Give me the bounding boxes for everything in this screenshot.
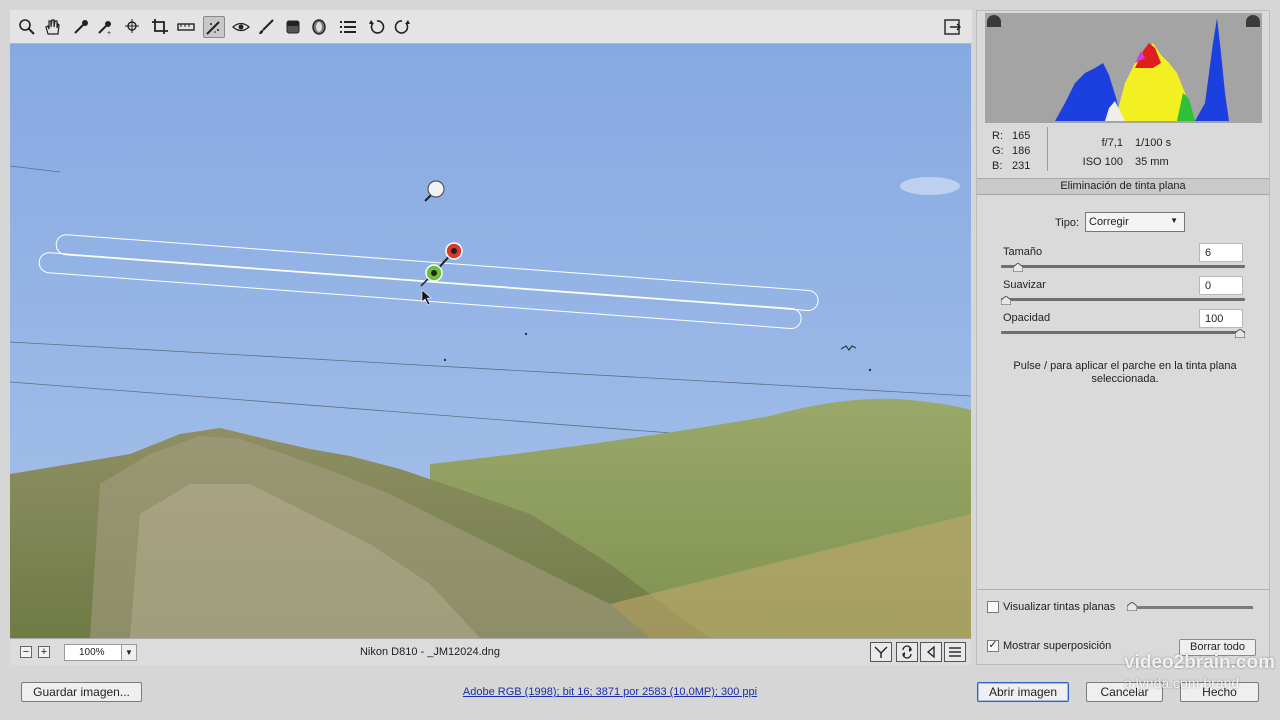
image-preview[interactable] [10,44,971,638]
radial-filter-icon[interactable] [308,16,330,38]
view-options-icon[interactable] [944,642,966,662]
type-select-value: Corregir [1089,216,1129,228]
tool-bar: + [10,10,972,44]
opacity-field[interactable]: 100 [1199,309,1243,328]
copy-settings-icon[interactable] [920,642,942,662]
open-image-button[interactable]: Abrir imagen [977,682,1069,702]
iso-value: ISO 100 [1082,156,1123,168]
visualize-threshold-thumb[interactable] [1127,602,1137,611]
watermark-tagline: a lynda.com brand [1124,675,1240,691]
g-value: 186 [1012,145,1031,157]
photo-landscape [10,44,971,638]
shadow-clipping-warning-icon[interactable] [987,15,1001,27]
preferences-icon[interactable] [337,16,359,38]
targeted-adjustment-tool-icon[interactable] [122,16,144,38]
rotate-right-icon[interactable] [391,16,413,38]
histogram [985,13,1262,123]
b-value: 231 [1012,160,1031,172]
camera-raw-window: + − + 100% ▼ Nikon D810 - _JM12024.dng R… [0,0,1280,720]
color-sampler-tool-icon[interactable]: + [94,16,116,38]
adjustments-panel: R: 165 G: 186 B: 231 f/7,1 1/100 s ISO 100 35… [976,10,1270,665]
visualize-spots-checkbox[interactable] [987,601,999,613]
toggle-before-after-icon[interactable] [870,642,892,662]
hand-tool-icon[interactable] [41,16,63,38]
crop-tool-icon[interactable] [149,16,171,38]
zoom-tool-icon[interactable] [16,16,38,38]
r-label: R: [992,130,1003,142]
type-label: Tipo: [1055,217,1080,229]
straighten-tool-icon[interactable] [175,16,197,38]
rotate-left-icon[interactable] [366,16,388,38]
adjustment-brush-icon[interactable] [255,16,277,38]
feather-slider-thumb[interactable] [1001,296,1011,305]
exif-info: f/7,1 1/100 s ISO 100 35 mm [1073,134,1171,172]
workflow-options-link[interactable]: Adobe RGB (1998); bit 16; 3871 por 2583 … [360,686,860,698]
show-overlay-checkbox[interactable]: ✓ [987,640,999,652]
fullscreen-toggle-icon[interactable] [942,16,964,38]
histogram-graph [1055,18,1229,121]
spot-removal-tool-icon[interactable] [203,16,225,38]
opacity-slider-track[interactable] [1001,331,1245,334]
size-slider-thumb[interactable] [1012,263,1023,272]
size-slider-track[interactable] [1001,265,1245,268]
graduated-filter-icon[interactable] [282,16,304,38]
preview-status-bar: − + 100% ▼ Nikon D810 - _JM12024.dng [10,638,971,665]
type-select[interactable]: Corregir ▼ [1085,212,1185,232]
highlight-clipping-warning-icon[interactable] [1246,15,1260,27]
save-image-button[interactable]: Guardar imagen... [21,682,142,702]
white-balance-tool-icon[interactable] [70,16,92,38]
feather-slider-track[interactable] [1001,298,1245,301]
shutter-value: 1/100 s [1135,137,1172,149]
file-name-label: Nikon D810 - _JM12024.dng [359,646,501,658]
show-overlay-label: Mostrar superposición [1003,640,1112,652]
opacity-label: Opacidad [1003,312,1051,324]
visualize-spots-label: Visualizar tintas planas [1003,601,1116,613]
r-value: 165 [1012,130,1031,142]
info-divider [1047,127,1048,171]
red-eye-removal-tool-icon[interactable] [230,16,252,38]
g-label: G: [992,145,1004,157]
b-label: B: [992,160,1003,172]
help-text: Pulse / para aplicar el parche en la tin… [1013,360,1237,385]
focal-length-value: 35 mm [1135,156,1169,168]
size-field[interactable]: 6 [1199,243,1243,262]
watermark-brand: video2brain.com [1124,652,1275,673]
svg-text:+: + [107,30,111,36]
feather-label: Suavizar [1003,279,1046,291]
feather-field[interactable]: 0 [1199,276,1243,295]
size-label: Tamaño [1003,246,1043,258]
aperture-value: f/7,1 [1101,137,1123,149]
swap-settings-icon[interactable] [896,642,918,662]
opacity-slider-thumb[interactable] [1235,329,1245,338]
panel-title: Eliminación de tinta plana [977,178,1269,195]
chevron-down-icon: ▼ [1170,216,1178,225]
panel-separator [977,589,1269,590]
rgb-readout: R: 165 G: 186 B: 231 [992,129,1030,174]
visualize-threshold-slider[interactable] [1129,606,1253,609]
